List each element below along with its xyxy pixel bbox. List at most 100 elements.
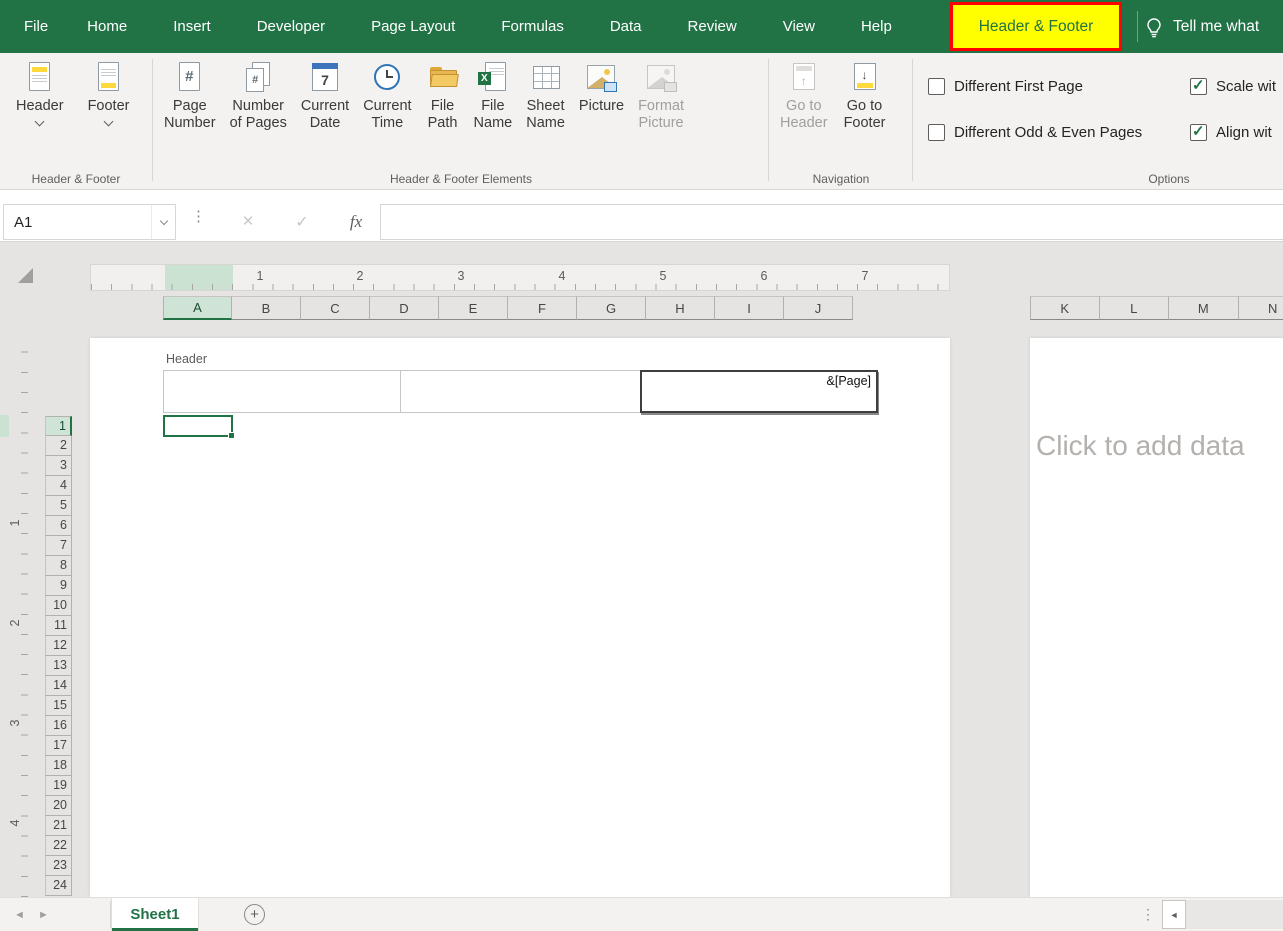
column-header[interactable]: B [232, 296, 301, 320]
ribbon-tab[interactable]: Formulas [478, 0, 587, 53]
tell-me-control[interactable]: Tell me what [1143, 0, 1259, 53]
option-checkbox[interactable]: Different First Page [928, 77, 1190, 95]
row-header[interactable]: 3 [45, 456, 72, 476]
row-header[interactable]: 13 [45, 656, 72, 676]
checkbox-box[interactable] [1190, 122, 1207, 141]
column-header[interactable]: J [784, 296, 853, 320]
column-header[interactable]: A [163, 296, 232, 320]
prev-sheet-icon[interactable]: ◄ [14, 898, 25, 931]
formula-input[interactable] [380, 204, 1283, 240]
file-path-button[interactable]: File Path [422, 57, 464, 132]
header-right-section[interactable]: &[Page] [640, 370, 878, 413]
ribbon-tab[interactable]: File [8, 0, 64, 53]
row-header[interactable]: 9 [45, 576, 72, 596]
checkbox-box[interactable] [928, 123, 945, 141]
column-header[interactable]: I [715, 296, 784, 320]
cancel-icon[interactable]: × [233, 204, 263, 240]
column-header[interactable]: C [301, 296, 370, 320]
ribbon-tab[interactable]: Home [64, 0, 150, 53]
row-header[interactable]: 22 [45, 836, 72, 856]
number-of-pages-button[interactable]: ## Number of Pages [226, 57, 291, 132]
page-right[interactable] [1030, 338, 1283, 897]
formula-bar-splitter[interactable]: ⋮ [191, 190, 206, 242]
format-picture-icon [644, 61, 678, 93]
column-header[interactable]: L [1099, 296, 1169, 320]
row-header[interactable]: 23 [45, 856, 72, 876]
column-header[interactable]: K [1030, 296, 1100, 320]
column-header[interactable]: M [1169, 296, 1239, 320]
fill-handle[interactable] [228, 432, 235, 439]
checkbox-box[interactable] [1190, 76, 1207, 95]
name-box-dropdown[interactable] [151, 205, 175, 239]
header-button[interactable]: Header [12, 57, 68, 127]
worksheet-area: 1234567 ABCDEFGHIJ KLMN 1234 1 2 3 4 5 6 7 8 9 10… [0, 242, 1283, 897]
row-header[interactable]: 2 [45, 436, 72, 456]
row-header[interactable]: 20 [45, 796, 72, 816]
file-name-button[interactable]: X File Name [470, 57, 517, 132]
row-header[interactable]: 21 [45, 816, 72, 836]
column-header[interactable]: F [508, 296, 577, 320]
column-header[interactable]: E [439, 296, 508, 320]
enter-icon[interactable]: ✓ [287, 204, 317, 240]
scroll-left-icon[interactable]: ◄ [1162, 900, 1186, 929]
tab-header-and-footer[interactable]: Header & Footer [950, 2, 1122, 51]
row-header[interactable]: 17 [45, 736, 72, 756]
row-header[interactable]: 7 [45, 536, 72, 556]
ribbon-tab[interactable]: View [760, 0, 838, 53]
add-sheet-button[interactable]: + [244, 904, 265, 925]
tab-scroll-splitter[interactable]: ⋮ [1141, 898, 1155, 931]
row-header[interactable]: 6 [45, 516, 72, 536]
header-area-label: Header [166, 352, 207, 366]
selected-cell-a1[interactable] [163, 415, 235, 439]
checkbox-box[interactable] [928, 77, 945, 95]
page-number-button[interactable]: # Page Number [160, 57, 220, 132]
row-header[interactable]: 16 [45, 716, 72, 736]
ribbon-tab[interactable]: Developer [234, 0, 348, 53]
select-all-icon[interactable] [18, 268, 33, 283]
footer-button[interactable]: Footer [84, 57, 134, 127]
column-header[interactable]: N [1238, 296, 1283, 320]
row-header[interactable]: 12 [45, 636, 72, 656]
ruler-ticks [91, 284, 949, 290]
option-checkbox[interactable]: Different Odd & Even Pages [928, 123, 1190, 141]
row-header[interactable]: 11 [45, 616, 72, 636]
ribbon-tab[interactable]: Help [838, 0, 915, 53]
current-date-button[interactable]: 7 Current Date [297, 57, 353, 132]
header-left-section[interactable] [163, 370, 401, 413]
click-to-add-data-placeholder[interactable]: Click to add data [1036, 430, 1245, 462]
picture-button[interactable]: Picture [575, 57, 628, 115]
row-header[interactable]: 10 [45, 596, 72, 616]
button-label: File [481, 98, 505, 114]
button-label: Number [232, 98, 284, 114]
ruler-number: 1 [8, 519, 22, 527]
row-header[interactable]: 18 [45, 756, 72, 776]
name-box[interactable]: A1 [3, 204, 176, 240]
sheet-name-button[interactable]: Sheet Name [522, 57, 569, 132]
row-header[interactable]: 1 [45, 416, 72, 436]
column-header[interactable]: G [577, 296, 646, 320]
option-checkbox[interactable]: Align wit [1190, 122, 1283, 141]
column-header[interactable]: H [646, 296, 715, 320]
sheet-tab[interactable]: Sheet1 [111, 898, 199, 931]
row-header[interactable]: 5 [45, 496, 72, 516]
header-center-section[interactable] [400, 370, 641, 413]
horizontal-scrollbar[interactable] [1186, 900, 1283, 929]
insert-function-icon[interactable]: fx [341, 204, 371, 240]
next-sheet-icon[interactable]: ► [38, 898, 49, 931]
row-header[interactable]: 15 [45, 696, 72, 716]
row-header[interactable]: 19 [45, 776, 72, 796]
group-label-elements: Header & Footer Elements [389, 172, 533, 186]
column-header[interactable]: D [370, 296, 439, 320]
ribbon-tab[interactable]: Review [665, 0, 760, 53]
row-header[interactable]: 24 [45, 876, 72, 896]
ribbon-tab[interactable]: Data [587, 0, 665, 53]
ribbon-tab[interactable]: Insert [150, 0, 234, 53]
option-checkbox[interactable]: Scale wit [1190, 76, 1283, 95]
row-header[interactable]: 4 [45, 476, 72, 496]
ribbon-tab[interactable]: Page Layout [348, 0, 478, 53]
row-header[interactable]: 8 [45, 556, 72, 576]
row-header[interactable]: 14 [45, 676, 72, 696]
current-time-button[interactable]: Current Time [359, 57, 415, 132]
go-to-footer-button[interactable]: ↓ Go to Footer [840, 57, 890, 132]
go-to-header-icon: ↑ [787, 61, 821, 93]
